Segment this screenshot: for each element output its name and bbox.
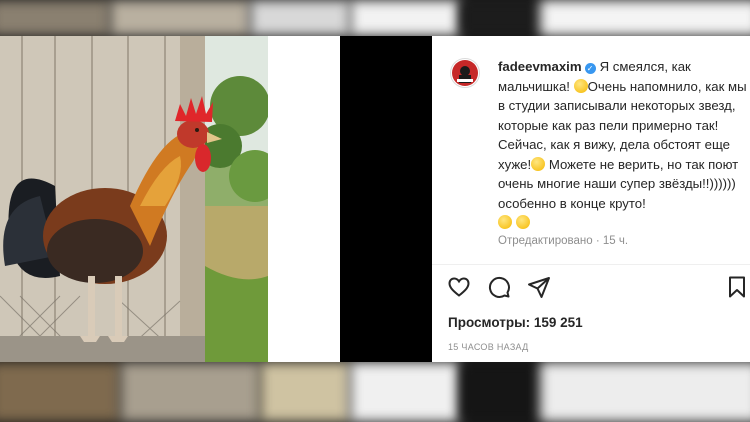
post-side-panel: fadeevmaxim ✓ Я смеялся, как мальчишка! Оч… — [432, 36, 750, 362]
bookmark-icon — [729, 276, 745, 298]
background-blur-bottom — [0, 362, 750, 422]
views-count: Просмотры: 159 251 — [448, 315, 583, 330]
comment-icon — [488, 276, 510, 298]
send-icon — [528, 277, 550, 298]
rooster-video-frame — [0, 36, 268, 362]
video-letterbox-black — [340, 36, 432, 362]
verified-badge-icon: ✓ — [584, 63, 596, 74]
instagram-post: fadeevmaxim ✓ Я смеялся, как мальчишка! Оч… — [0, 36, 750, 362]
post-video[interactable] — [0, 36, 268, 362]
share-button[interactable] — [526, 274, 552, 300]
video-letterbox-white — [268, 36, 340, 362]
post-actions — [446, 274, 750, 300]
avatar-image — [452, 60, 478, 86]
post-time-ago: 15 ЧАСОВ НАЗАД — [448, 342, 529, 352]
post-caption: fadeevmaxim ✓ Я смеялся, как мальчишка! Оч… — [498, 57, 750, 233]
save-button[interactable] — [724, 274, 750, 300]
comment-button[interactable] — [486, 274, 512, 300]
divider — [432, 264, 750, 265]
background-blur-top — [0, 0, 750, 36]
laughing-emoji-icon — [515, 215, 530, 229]
avatar[interactable] — [450, 58, 480, 88]
winking-tongue-emoji-icon — [498, 215, 512, 229]
edited-timestamp: Отредактировано · 15 ч. — [498, 235, 629, 247]
heart-icon — [448, 277, 470, 297]
winking-tongue-emoji-icon — [531, 156, 546, 171]
username-link[interactable]: fadeevmaxim — [498, 59, 582, 74]
like-button[interactable] — [446, 274, 472, 300]
laughing-emoji-icon — [573, 78, 588, 93]
